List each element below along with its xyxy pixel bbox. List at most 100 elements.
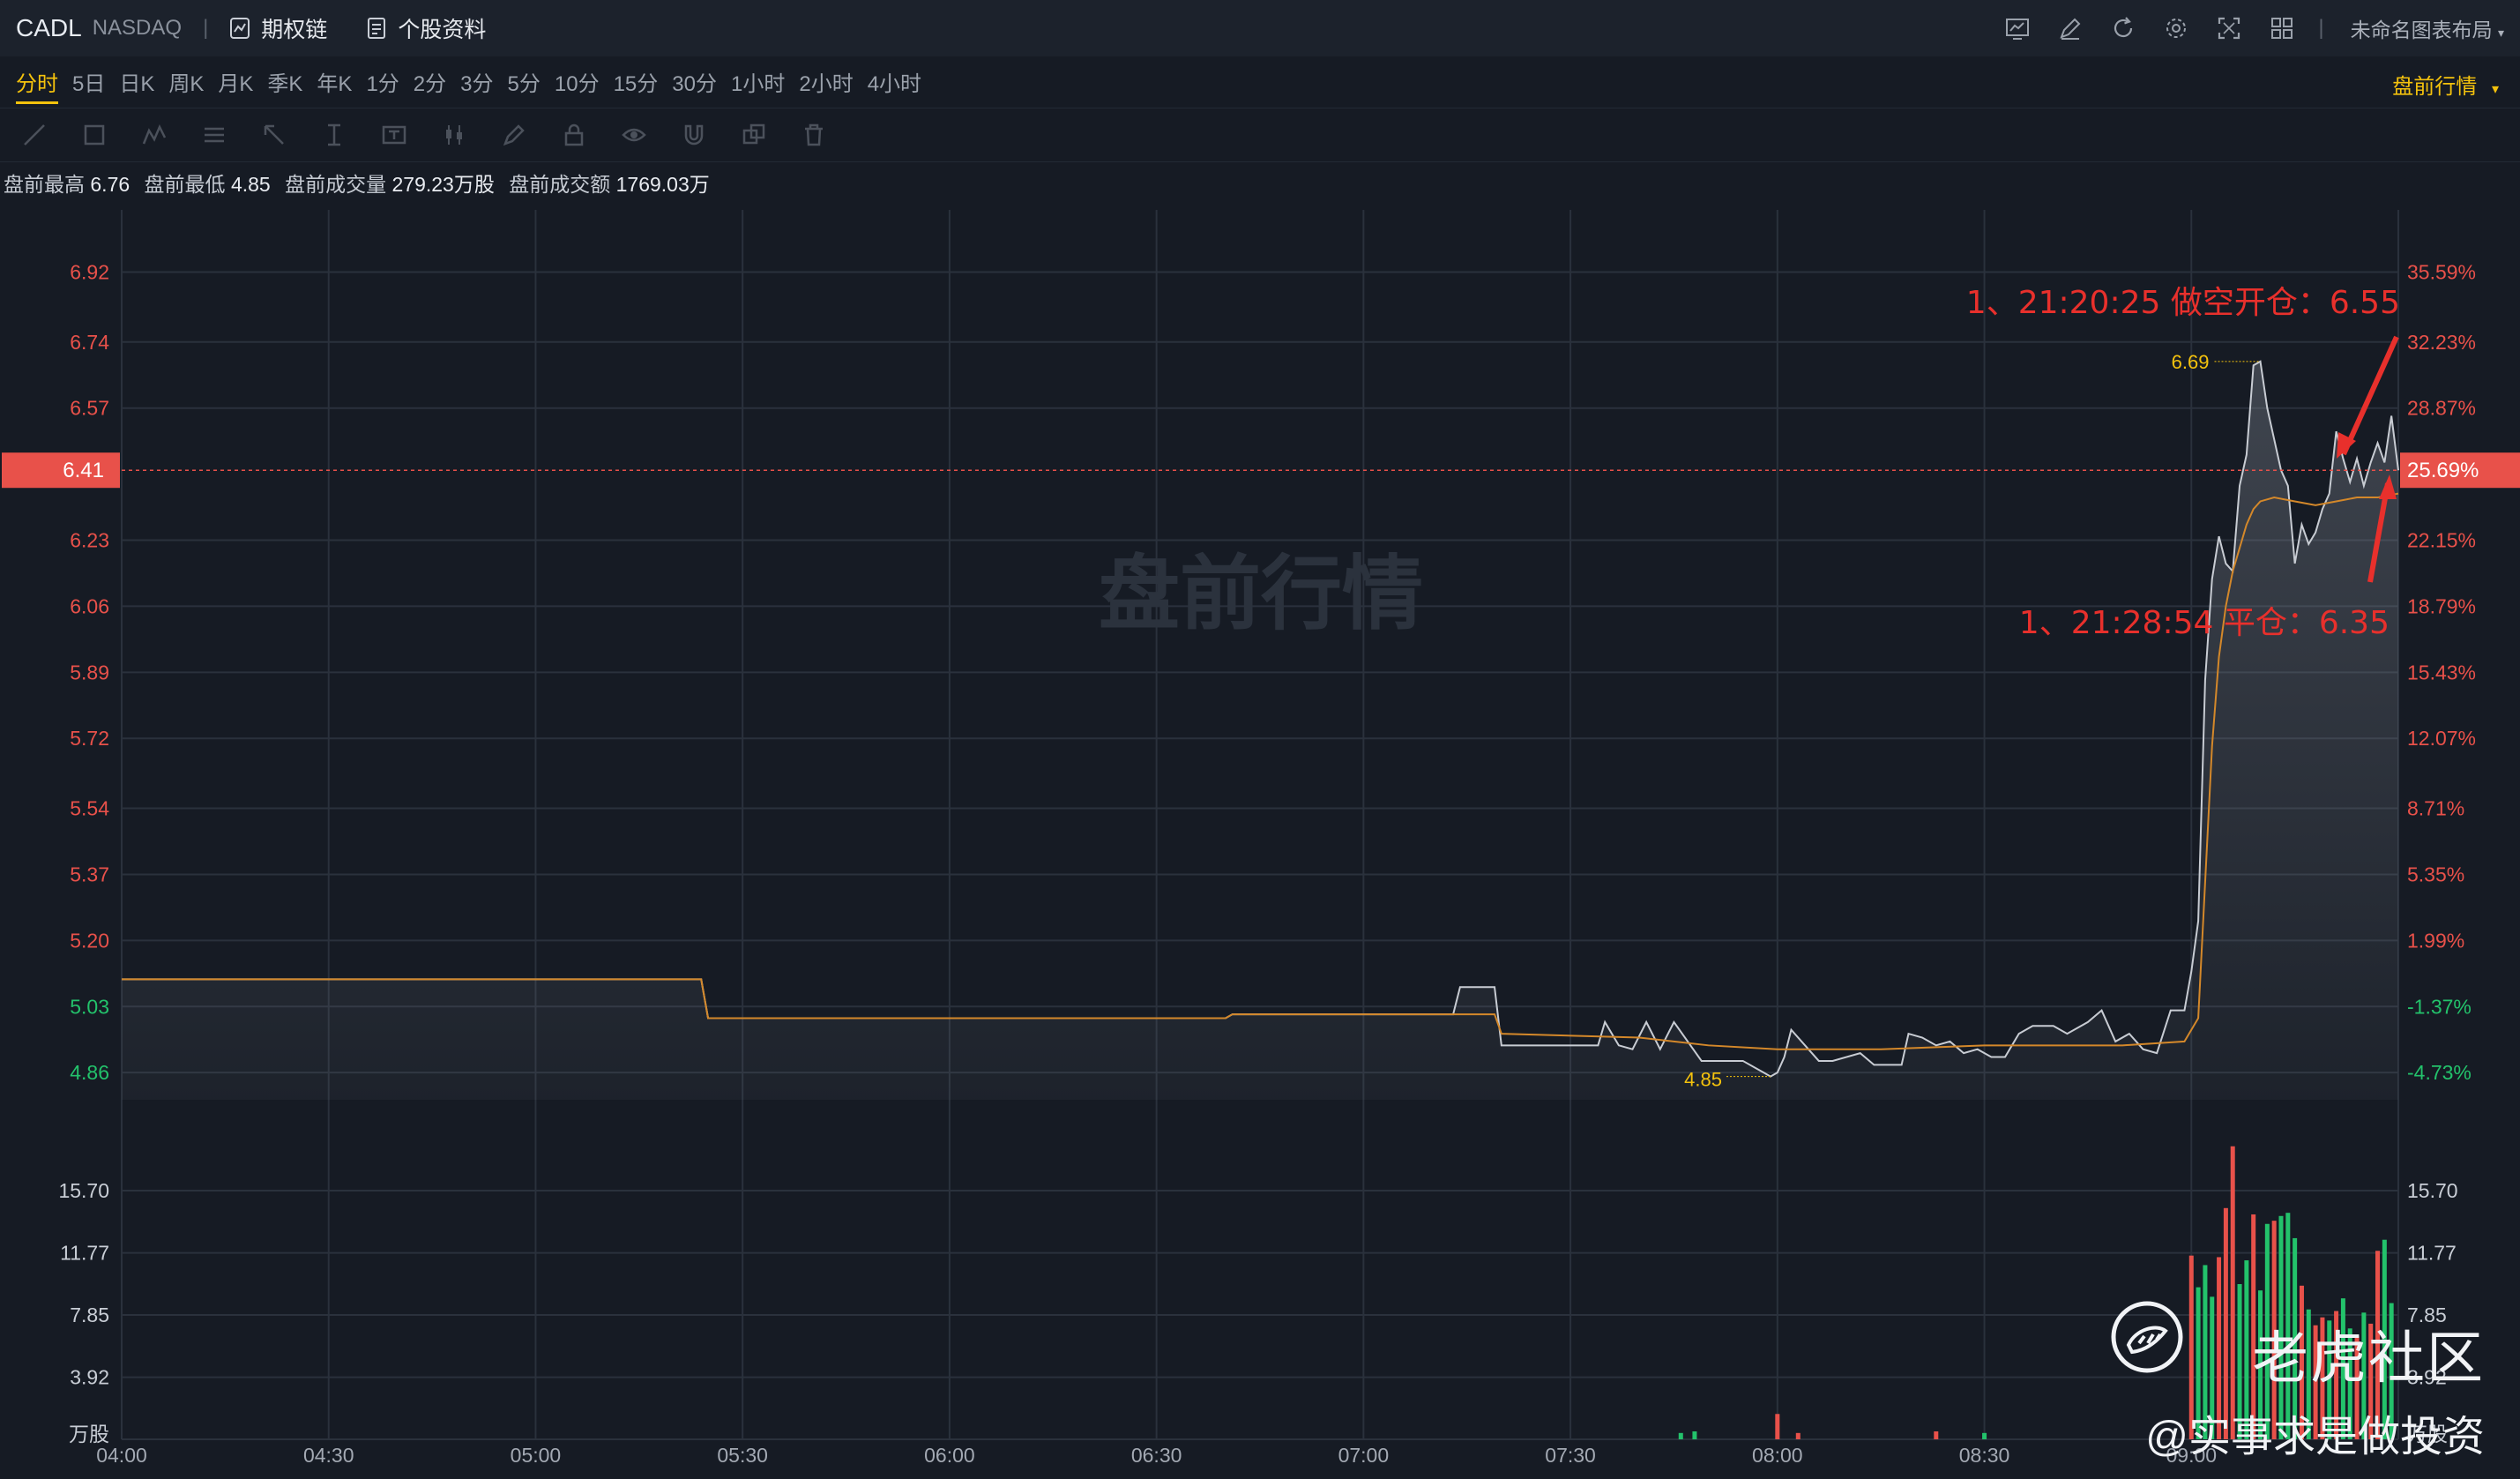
- settings-icon[interactable]: [2161, 13, 2191, 43]
- tab-period-12[interactable]: 15分: [614, 61, 659, 104]
- price-tick-label: 6.74: [70, 331, 109, 354]
- tab-period-3[interactable]: 周K: [168, 61, 204, 104]
- indicator-icon[interactable]: [2002, 13, 2032, 43]
- watermark-handle: @实事求是做投资: [2145, 1414, 2485, 1460]
- arrow-tool-icon[interactable]: [261, 122, 287, 148]
- tab-period-16[interactable]: 4小时: [868, 61, 921, 104]
- price-tick-label: 5.89: [70, 661, 109, 683]
- price-tick-label: 6.92: [70, 260, 109, 283]
- volume-bar: [1692, 1431, 1697, 1439]
- price-tick-label: 5.20: [70, 929, 109, 952]
- pct-tick-label: 28.87%: [2407, 397, 2476, 420]
- volume-bar: [1678, 1432, 1683, 1439]
- x-tick-label: 05:00: [511, 1444, 562, 1467]
- watermark-brand: 老虎社区: [2252, 1326, 2485, 1390]
- volume-tick-label: 11.77: [60, 1242, 109, 1265]
- measure-tool-icon[interactable]: [321, 122, 347, 148]
- pct-tick-label: 15.43%: [2407, 661, 2476, 683]
- chevron-down-icon: ▾: [2497, 26, 2504, 40]
- tab-period-5[interactable]: 季K: [267, 61, 302, 104]
- x-tick-label: 06:00: [924, 1444, 975, 1467]
- text-tool-icon[interactable]: [381, 122, 407, 148]
- pct-tick-label: 12.07%: [2407, 727, 2476, 750]
- toolbar-right-group: | 未命名图表布局 ▾: [1979, 0, 2504, 56]
- volume-unit-left: 万股: [69, 1423, 109, 1446]
- x-tick-label: 08:30: [1959, 1444, 2010, 1467]
- document-icon: [368, 18, 386, 39]
- tab-period-1[interactable]: 5日: [72, 61, 105, 104]
- tab-period-15[interactable]: 2小时: [799, 61, 853, 104]
- low-value: 4.85: [230, 173, 271, 196]
- line-tool-icon[interactable]: [21, 122, 48, 148]
- turnover-value: 1769.03万: [615, 173, 710, 196]
- volume-bar: [1982, 1432, 1987, 1439]
- x-tick-label: 07:30: [1545, 1444, 1596, 1467]
- tab-period-10[interactable]: 5分: [508, 61, 541, 104]
- price-tick-label: 6.06: [70, 594, 109, 617]
- ticker-symbol[interactable]: CADL: [16, 14, 82, 42]
- price-tick-label: 5.72: [70, 727, 109, 750]
- tab-period-8[interactable]: 2分: [414, 61, 446, 104]
- tab-period-9[interactable]: 3分: [460, 61, 493, 104]
- price-tick-label: 4.86: [70, 1061, 109, 1084]
- pct-tick-label: 8.71%: [2407, 797, 2464, 820]
- top-toolbar: CADL NASDAQ | 期权链 个股资料 | 未命名图表布局 ▾: [0, 0, 2520, 57]
- session-mode-label: 盘前行情: [2392, 75, 2478, 99]
- option-chain-button[interactable]: 期权链: [229, 12, 327, 44]
- premarket-stats: 盘前最高 6.76 盘前最低 4.85 盘前成交量 279.23万股 盘前成交额…: [4, 168, 719, 198]
- current-price-value: 6.41: [63, 459, 104, 482]
- period-tabs: 分时 5日 日K 周K 月K 季K 年K 1分 2分 3分 5分 10分 15分 30分 1小时 2小时 4小时: [0, 61, 921, 104]
- volume-tick-label: 7.85: [70, 1303, 109, 1326]
- stock-profile-button[interactable]: 个股资料: [366, 12, 486, 44]
- candle-tool-icon[interactable]: [441, 122, 467, 148]
- copy-icon[interactable]: [741, 122, 767, 148]
- magnet-icon[interactable]: [681, 122, 707, 148]
- tab-period-13[interactable]: 30分: [672, 61, 717, 104]
- x-tick-label: 04:30: [303, 1444, 354, 1467]
- volume-tick-label: 15.70: [58, 1179, 109, 1202]
- grid-layout-icon[interactable]: [2267, 13, 2297, 43]
- intraday-chart[interactable]: 04:00 04:30 05:00 05:30 06:00 06:30 07:00 07:30…: [0, 203, 2520, 1479]
- x-tick-label: 07:00: [1338, 1444, 1390, 1467]
- layout-label: 未命名图表布局: [2350, 19, 2493, 41]
- low-label: 盘前最低: [144, 173, 226, 196]
- layout-selector[interactable]: 未命名图表布局 ▾: [2351, 13, 2504, 43]
- volume-tick-label: 3.92: [70, 1366, 109, 1389]
- fib-tool-icon[interactable]: [201, 122, 227, 148]
- pattern-tool-icon[interactable]: [141, 122, 168, 148]
- x-tick-label: 06:30: [1131, 1444, 1182, 1467]
- toolbar-divider-right: |: [2318, 16, 2324, 40]
- volume-label: 盘前成交量: [285, 173, 387, 196]
- pen-tool-icon[interactable]: [501, 122, 527, 148]
- tab-period-11[interactable]: 10分: [555, 61, 600, 104]
- eye-icon[interactable]: [621, 122, 647, 148]
- annotation-open-short: 1、21:20:25 做空开仓：6.55: [1966, 285, 2400, 321]
- tab-period-7[interactable]: 1分: [366, 61, 399, 104]
- x-tick-label: 08:00: [1752, 1444, 1803, 1467]
- current-pct-value: 25.69%: [2407, 459, 2479, 482]
- chart-watermark: 盘前行情: [1099, 547, 1423, 641]
- option-chain-icon: [230, 18, 250, 39]
- tab-period-14[interactable]: 1小时: [731, 61, 785, 104]
- draw-icon[interactable]: [2055, 13, 2085, 43]
- session-mode-selector[interactable]: 盘前行情 ▾: [2392, 69, 2499, 100]
- fullscreen-icon[interactable]: [2214, 13, 2244, 43]
- tab-period-6[interactable]: 年K: [317, 61, 352, 104]
- option-chain-label: 期权链: [261, 18, 328, 42]
- volume-bar: [1934, 1431, 1939, 1439]
- low-marker-label: 4.85: [1684, 1069, 1722, 1091]
- tab-period-2[interactable]: 日K: [119, 61, 154, 104]
- drawing-toolbar: [0, 108, 2520, 162]
- pct-tick-label: 35.59%: [2407, 260, 2476, 283]
- lock-icon[interactable]: [561, 122, 587, 148]
- high-label: 盘前最高: [4, 173, 85, 196]
- pct-tick-label: 5.35%: [2407, 863, 2464, 885]
- tab-period-4[interactable]: 月K: [218, 61, 253, 104]
- refresh-icon[interactable]: [2108, 13, 2138, 43]
- toolbar-divider: |: [203, 16, 209, 40]
- price-tick-label: 5.37: [70, 863, 109, 885]
- trash-icon[interactable]: [801, 122, 827, 148]
- tab-period-0[interactable]: 分时: [16, 61, 58, 104]
- rect-tool-icon[interactable]: [81, 122, 108, 148]
- exchange-label: NASDAQ: [92, 16, 183, 40]
